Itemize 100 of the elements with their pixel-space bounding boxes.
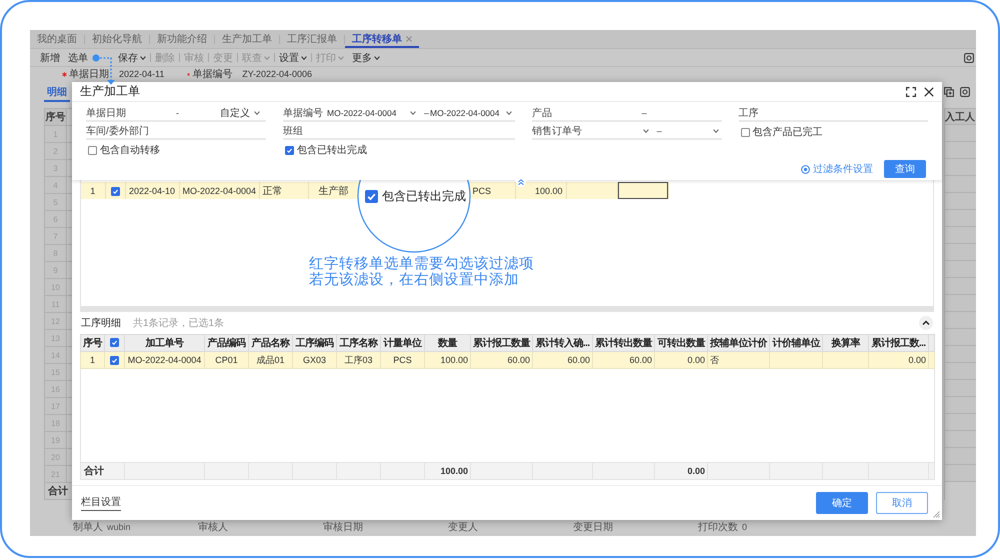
settings-icon[interactable] <box>964 52 974 62</box>
info-label: 变更人 <box>448 520 478 534</box>
filter-field[interactable]: 班组 <box>283 124 515 140</box>
checkbox[interactable] <box>110 338 119 348</box>
range-separator: – <box>423 108 430 118</box>
tab[interactable]: 初始化导航 <box>85 30 149 48</box>
table-cell: 1 <box>81 182 105 199</box>
confirm-button[interactable]: 确定 <box>816 492 868 514</box>
checkbox[interactable] <box>740 128 750 136</box>
toolbar-button[interactable]: 设置 <box>275 50 311 64</box>
filter-field[interactable]: 产品 – <box>532 106 722 122</box>
checkbox-label: 包含已转出完成 <box>382 188 466 205</box>
filter-field[interactable]: 车间/委外部门 <box>86 124 266 140</box>
chevron-down-icon <box>254 111 260 115</box>
column-settings-link[interactable]: 栏目设置 <box>81 495 121 511</box>
record-summary: 共1条记录，已选1条 <box>133 316 224 330</box>
table-cell: 正常 <box>259 182 308 199</box>
table-cell: 60.00 <box>470 352 532 368</box>
column-header: 序号 <box>80 334 104 352</box>
table-cell: 100.00 <box>424 352 470 368</box>
tab[interactable]: 新功能介绍 <box>150 30 214 48</box>
column-header: 累计报工数... <box>868 334 928 352</box>
query-button[interactable]: 查询 <box>884 160 926 178</box>
info-label: 审核日期 <box>323 520 363 534</box>
field-label: 销售订单号 <box>532 124 582 138</box>
toolbar-button[interactable]: 更多 <box>348 50 384 64</box>
filter-field[interactable]: 单据编号 MO-2022-04-0004 –MO-2022-04-0004 <box>283 106 515 122</box>
column-header: 产品编码 <box>204 334 248 352</box>
toolbar-button[interactable]: 选单 <box>64 50 92 64</box>
tab[interactable]: 工序汇报单 <box>280 30 344 48</box>
column-header: 序号 <box>45 109 67 126</box>
filter-settings-link[interactable]: 过滤条件设置 <box>801 162 873 176</box>
info-label: 打印次数 <box>698 520 738 534</box>
column-header: 累计转出数量 <box>592 334 654 352</box>
dialog-title: 生产加工单 <box>80 83 140 100</box>
table-cell: 0.00 <box>654 352 708 368</box>
checkbox[interactable] <box>110 356 119 366</box>
resize-grip-icon[interactable] <box>933 511 940 518</box>
info-label: 变更日期 <box>573 520 613 534</box>
column-header: 工序编码 <box>292 334 336 352</box>
info-label: 审核人 <box>198 520 228 534</box>
scrollbar[interactable] <box>81 306 933 311</box>
table-cell: CP01 <box>204 352 248 368</box>
filter-field[interactable]: 单据日期 - 自定义 <box>86 106 266 122</box>
field-label: 班组 <box>283 124 303 138</box>
column-header: 数量 <box>424 334 470 352</box>
table-cell: 否 <box>708 352 770 368</box>
table-cell: 工序03 <box>336 352 380 368</box>
date-mode-select[interactable]: 自定义 <box>220 106 266 120</box>
checkbox[interactable] <box>110 186 120 196</box>
tab[interactable]: 生产加工单 <box>215 30 279 48</box>
checkbox-label: 包含产品已完工 <box>752 126 822 139</box>
checkbox[interactable] <box>88 146 97 154</box>
close-icon[interactable] <box>924 86 934 96</box>
table-cell: 0.00 <box>868 352 928 368</box>
table-cell: 成品01 <box>248 352 292 368</box>
column-header: 计价辅单位 <box>770 334 822 352</box>
column-header: 入工人 <box>945 108 976 125</box>
field-label: 单据编号 <box>283 106 323 120</box>
table-cell: 生产部 <box>308 182 359 199</box>
info-value: 0 <box>742 522 748 532</box>
table-cell: 60.00 <box>592 352 654 368</box>
checkbox[interactable] <box>285 146 294 154</box>
column-header: 按辅单位计价 <box>708 334 770 352</box>
total-label: 合计 <box>80 462 124 480</box>
field-label: 产品 <box>532 106 552 120</box>
column-header: 累计报工数量 <box>470 334 532 352</box>
chevron-up-icon[interactable] <box>919 316 933 330</box>
field-label: 工序 <box>738 106 758 120</box>
checkbox-label: 包含自动转移 <box>100 144 160 157</box>
copy-icon[interactable] <box>944 86 954 96</box>
table-cell: PCS <box>469 182 515 199</box>
tab[interactable]: 明细 <box>44 81 70 102</box>
column-header: 加工单号 <box>124 334 204 352</box>
field-value: MO-2022-04-0004 <box>327 108 396 118</box>
settings-icon[interactable] <box>960 86 970 96</box>
field-value: ZY-2022-04-0006 <box>242 69 312 79</box>
column-header: 产品名称 <box>248 334 292 352</box>
tab[interactable]: 我的桌面 <box>30 30 84 48</box>
field-label: 单据日期 <box>86 106 126 120</box>
toolbar-button[interactable]: 新增 <box>36 50 64 64</box>
table-cell: 1 <box>80 352 104 368</box>
cancel-button[interactable]: 取消 <box>876 492 928 514</box>
checkbox-label: 包含已转出完成 <box>297 144 367 157</box>
table-row[interactable]: 1 MO-2022-04-0004 CP01 成品01 GX03 工序03 PCS 100.00 60.00 60.00 60.00 0.00 否 0.00 <box>80 352 934 368</box>
checkbox[interactable] <box>365 190 378 203</box>
filter-field[interactable]: 销售订单号 – <box>532 124 722 140</box>
toolbar-button[interactable]: 保存 <box>114 50 150 64</box>
expand-icon[interactable] <box>906 86 916 96</box>
filter-field[interactable]: 工序 <box>738 106 928 122</box>
column-header: 累计转入确... <box>532 334 592 352</box>
table-cell: PCS <box>380 352 424 368</box>
tab[interactable]: 工序转移单 <box>345 30 419 48</box>
range-separator: – <box>640 108 648 118</box>
field-value: MO-2022-04-0004 <box>430 108 500 118</box>
column-header: 可转出数量 <box>654 334 708 352</box>
column-header: 工序名称 <box>336 334 380 352</box>
field-label: 单据编号 <box>192 68 232 81</box>
total-value: 0.00 <box>654 462 708 480</box>
field-label: 车间/委外部门 <box>86 124 149 138</box>
